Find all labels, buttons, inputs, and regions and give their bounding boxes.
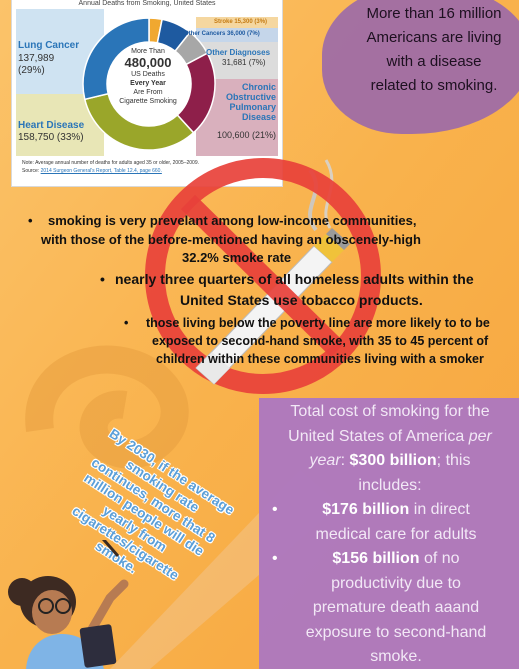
lung-percent: (29%) <box>18 65 45 76</box>
donut-center-text: More Than 480,000 US Deaths Every Year A… <box>108 47 188 106</box>
stat-blob-text: More than 16 million Americans are livin… <box>366 5 502 94</box>
heart-label: Heart Disease <box>18 120 85 131</box>
copd-label: Chronic Obstructive Pulmonary Disease <box>225 82 276 122</box>
cost-intro: Total cost of smoking for the United Sta… <box>288 403 492 494</box>
bullet-poverty: • those living below the poverty line ar… <box>124 316 490 366</box>
bullet-dot: • <box>28 213 33 228</box>
other-diag-value: 31,681 (7%) <box>222 58 266 67</box>
chart-title: Annual Deaths from Smoking, United State… <box>78 0 216 7</box>
teacher-illustration <box>8 540 129 669</box>
lung-label: Lung Cancer <box>18 40 80 51</box>
bullet-dot: • <box>100 271 105 287</box>
cost-item-productivity: $156 billion of no productivity due to p… <box>305 550 487 665</box>
stroke-label: Stroke 15,300 (3%) <box>214 19 268 25</box>
bullet-dot: • <box>272 550 278 567</box>
heart-value: 158,750 (33%) <box>18 132 84 143</box>
bullet-homeless: • nearly three quarters of all homeless … <box>100 271 474 308</box>
bullet-dot: • <box>124 316 129 330</box>
pointer-stick <box>102 540 120 557</box>
copd-value: 100,600 (21%) <box>216 130 276 140</box>
bullet-low-income: • smoking is very prevelant among low-in… <box>28 213 421 265</box>
other-cancers-label: Other Cancers 36,000 (7%) <box>184 31 260 37</box>
infographic-canvas: Annual Deaths from Smoking, United State… <box>0 0 519 669</box>
bullet-dot: • <box>272 501 278 518</box>
center-total: 480,000 <box>124 55 172 70</box>
lung-value: 137,989 <box>18 53 55 64</box>
cost-item-medical: $176 billion in direct medical care for … <box>315 501 477 543</box>
